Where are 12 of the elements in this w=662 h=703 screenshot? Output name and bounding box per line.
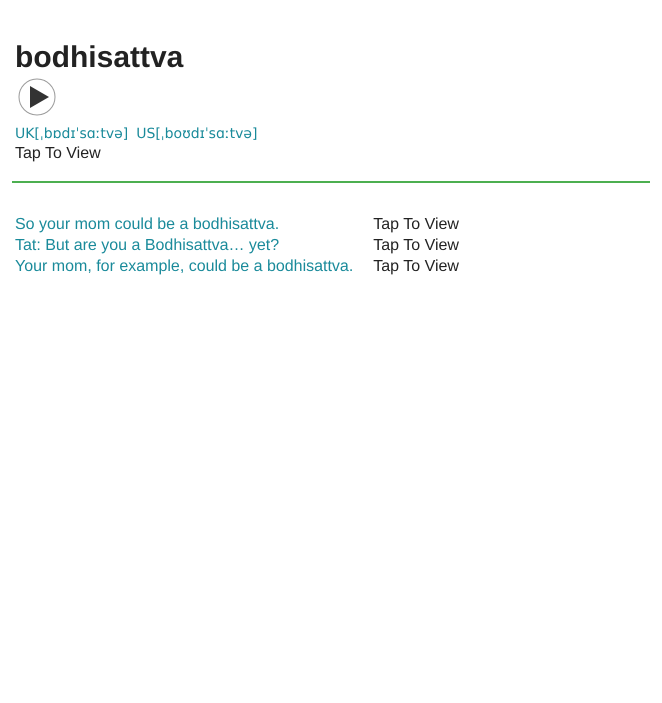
example-sentence: So your mom could be a bodhisattva. xyxy=(15,216,280,234)
pronunciation: UK[ˌbɒdɪˈsɑːtvə] xyxy=(15,126,128,142)
play-icon xyxy=(18,78,56,116)
tap-to-view-link[interactable]: Tap To View xyxy=(373,258,459,276)
pronunciation: US[ˌboʊdɪˈsɑːtvə] xyxy=(136,126,258,142)
example-sentence: Your mom, for example, could be a bodhisattva. xyxy=(15,258,354,276)
tap-to-view-link[interactable]: Tap To View xyxy=(373,216,459,234)
example-sentence: Tat: But are you a Bodhisattva… yet? xyxy=(15,237,280,255)
play-button[interactable] xyxy=(18,78,56,116)
tap-to-view-link[interactable]: Tap To View xyxy=(15,145,101,163)
word-title: bodhisattva xyxy=(15,40,184,76)
tap-to-view-link[interactable]: Tap To View xyxy=(373,237,459,255)
